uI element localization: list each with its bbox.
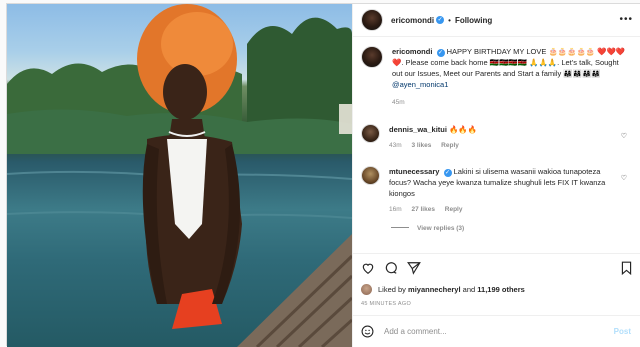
verified-badge-icon: ✓ xyxy=(436,49,445,57)
post-dialog: ericomondi ✓ • Following ••• ericomondi … xyxy=(6,3,640,347)
comment-avatar[interactable] xyxy=(361,166,380,185)
caption-body: ericomondi ✓ HAPPY BIRTHDAY MY LOVE 🎂🎂🎂🎂… xyxy=(392,46,627,108)
add-comment-bar: Post xyxy=(353,315,640,347)
comment-username[interactable]: dennis_wa_kitui xyxy=(389,125,447,134)
comment-avatar[interactable] xyxy=(361,124,380,143)
comment-text: 🔥🔥🔥 xyxy=(449,125,478,134)
post-side-panel: ericomondi ✓ • Following ••• ericomondi … xyxy=(352,4,640,347)
comment-item: mtunecessary ✓ Lakini si ulisema wasanii… xyxy=(361,166,635,215)
photo-illustration xyxy=(7,4,352,347)
avatar[interactable] xyxy=(361,9,383,31)
caption-avatar[interactable] xyxy=(361,46,383,68)
comment-likes[interactable]: 27 likes xyxy=(411,206,435,213)
divider-line xyxy=(391,227,409,228)
emoji-icon[interactable] xyxy=(361,325,374,338)
heart-icon[interactable]: ♡ xyxy=(621,132,627,140)
view-replies-button[interactable]: View replies (3) xyxy=(391,225,464,232)
header-username[interactable]: ericomondi xyxy=(391,16,434,25)
post-button[interactable]: Post xyxy=(614,327,631,336)
comment-item: dennis_wa_kitui 🔥🔥🔥 43m 3 likes Reply ♡ xyxy=(361,124,635,151)
reply-button[interactable]: Reply xyxy=(445,206,463,213)
liked-by-user[interactable]: miyannecheryl xyxy=(408,285,461,294)
comment-time[interactable]: 43m xyxy=(389,142,402,149)
comment-meta: 43m 3 likes Reply xyxy=(389,140,624,151)
liked-by-text: Liked by miyannecheryl and 11,199 others xyxy=(378,285,525,294)
post-header: ericomondi ✓ • Following ••• xyxy=(353,4,640,37)
caption-username[interactable]: ericomondi xyxy=(392,47,432,56)
verified-badge-icon: ✓ xyxy=(436,16,445,24)
caption-meta: 45m xyxy=(392,97,627,108)
liked-by: Liked by miyannecheryl and 11,199 others xyxy=(361,284,525,295)
comment-body: dennis_wa_kitui 🔥🔥🔥 43m 3 likes Reply xyxy=(389,124,624,151)
comment-input[interactable] xyxy=(384,327,594,336)
comment-body: mtunecessary ✓ Lakini si ulisema wasanii… xyxy=(389,166,624,215)
comment-likes[interactable]: 3 likes xyxy=(411,142,431,149)
screen: ericomondi ✓ • Following ••• ericomondi … xyxy=(0,0,640,347)
liker-avatar[interactable] xyxy=(361,284,372,295)
share-icon[interactable] xyxy=(407,261,421,275)
caption-mention[interactable]: @ayen_monica1 xyxy=(392,80,448,89)
caption-time[interactable]: 45m xyxy=(392,99,405,106)
comments-list[interactable]: ericomondi ✓ HAPPY BIRTHDAY MY LOVE 🎂🎂🎂🎂… xyxy=(353,38,640,253)
comment-icon[interactable] xyxy=(384,261,398,275)
comment-time[interactable]: 16m xyxy=(389,206,402,213)
liked-by-others[interactable]: 11,199 others xyxy=(477,285,525,294)
separator-dot: • xyxy=(448,15,451,25)
heart-icon[interactable] xyxy=(361,261,375,275)
post-timestamp[interactable]: 45 MINUTES AGO xyxy=(361,301,411,307)
comment-meta: 16m 27 likes Reply xyxy=(389,204,624,215)
verified-badge-icon: ✓ xyxy=(443,169,452,177)
post-photo[interactable] xyxy=(7,4,352,347)
heart-icon[interactable]: ♡ xyxy=(621,174,627,182)
view-replies-label[interactable]: View replies (3) xyxy=(417,225,464,232)
comment-username[interactable]: mtunecessary xyxy=(389,167,439,176)
bookmark-icon[interactable] xyxy=(620,261,633,275)
liked-by-prefix: Liked by xyxy=(378,285,406,294)
reply-button[interactable]: Reply xyxy=(441,142,459,149)
caption: ericomondi ✓ HAPPY BIRTHDAY MY LOVE 🎂🎂🎂🎂… xyxy=(361,46,635,108)
liked-by-and: and xyxy=(462,285,476,294)
following-button[interactable]: Following xyxy=(455,16,492,25)
more-horiz-icon[interactable]: ••• xyxy=(619,14,633,25)
